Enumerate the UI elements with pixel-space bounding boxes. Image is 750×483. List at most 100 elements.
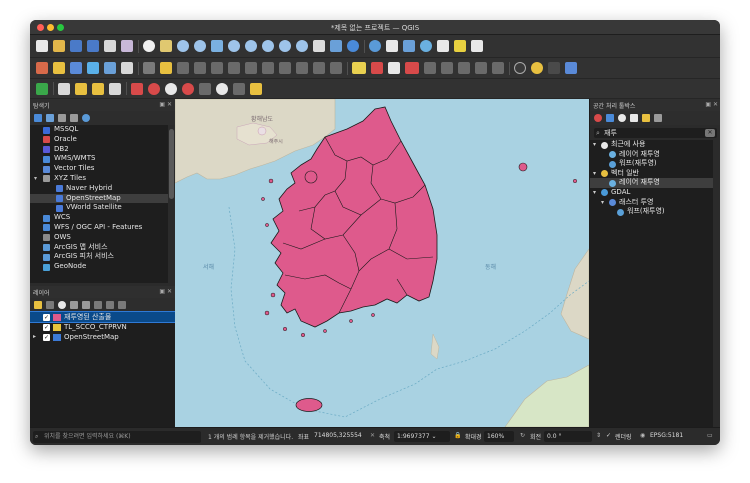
modify-attributes-icon[interactable] [228, 62, 240, 74]
processing-scrollbar[interactable] [713, 140, 720, 427]
toggle-editing-pencil-icon[interactable] [160, 62, 172, 74]
layer-item[interactable]: ✓ 재투영된 산출물 [30, 311, 176, 323]
move-label-icon[interactable] [424, 62, 436, 74]
temporal-controller-icon[interactable] [330, 40, 342, 52]
layer-item[interactable]: ✓ TL_SCCO_CTPRVN [30, 322, 175, 332]
browser-item[interactable]: ArcGIS 피처 서비스 [30, 252, 168, 262]
attribute-table-icon[interactable] [386, 40, 398, 52]
edit-features-in-place-icon[interactable] [642, 114, 650, 122]
style-manager-icon[interactable] [34, 301, 42, 309]
models-icon[interactable] [594, 114, 602, 122]
save-edits-icon[interactable] [177, 62, 189, 74]
select-by-value-icon[interactable] [75, 82, 87, 95]
browser-scrollbar[interactable] [168, 125, 175, 283]
add-selected-icon[interactable] [34, 114, 42, 122]
toolbox-item[interactable]: 레이어 재투영 [590, 150, 720, 160]
collapse-all-layers-icon[interactable] [106, 301, 114, 309]
panel-float-close-icon[interactable]: ▣ ✕ [159, 101, 172, 108]
help-icon[interactable] [565, 62, 577, 74]
crs-globe-icon[interactable]: ◉ [640, 432, 645, 439]
collapse-all-icon[interactable] [70, 114, 78, 122]
digitize-icon[interactable] [36, 82, 48, 95]
vertex-tool-icon[interactable] [211, 62, 223, 74]
select-by-expression-icon[interactable] [109, 82, 121, 95]
refresh-browser-icon[interactable] [46, 114, 54, 122]
browser-item[interactable]: WFS / OGC API - Features [30, 223, 168, 233]
magnifier-spinbox[interactable]: 160% [484, 431, 514, 442]
expand-chevron-icon[interactable]: ▸ [33, 332, 36, 342]
data-source-manager-icon[interactable] [36, 62, 48, 74]
extents-toggle-icon[interactable]: ✕ [370, 432, 375, 439]
label-highlight-icon[interactable] [405, 62, 419, 74]
redo-icon[interactable] [330, 62, 342, 74]
pan-to-selection-icon[interactable] [160, 40, 172, 52]
label-tool-icon[interactable] [352, 62, 366, 74]
add-mesh-layer-icon[interactable] [104, 62, 116, 74]
add-delimited-text-icon[interactable] [121, 62, 133, 74]
settings-gear-icon[interactable] [420, 40, 432, 52]
processing-search-input[interactable]: ⌕ 재투 ✕ [594, 128, 717, 138]
rotation-stepper-icon[interactable]: ⇕ [596, 432, 601, 439]
browser-item[interactable]: MSSQL [30, 125, 168, 135]
lock-scale-icon[interactable]: 🔒 [454, 432, 461, 439]
properties-icon[interactable] [82, 114, 90, 122]
add-annotation-icon[interactable] [131, 82, 143, 95]
zoom-native-icon[interactable] [262, 40, 274, 52]
map-tips-icon[interactable] [454, 40, 466, 52]
add-group-icon[interactable] [46, 301, 54, 309]
gps-icon[interactable] [514, 62, 526, 74]
map-canvas[interactable]: 황해남도 해주시 서해 동해 [175, 99, 589, 427]
save-as-icon[interactable] [87, 40, 99, 52]
zoom-to-point-icon[interactable] [148, 82, 160, 95]
new-layer-icon[interactable] [53, 62, 65, 74]
browser-item[interactable]: WMS/WMTS [30, 154, 168, 164]
expand-chevron-icon[interactable]: ▾ [593, 188, 596, 198]
rotation-spinbox[interactable]: 0.0 ° [544, 431, 592, 442]
layer-visibility-checkbox[interactable]: ✓ [43, 324, 50, 331]
deselect-icon[interactable] [92, 82, 104, 95]
open-project-icon[interactable] [53, 40, 65, 52]
identify-icon[interactable] [369, 40, 381, 52]
browser-item[interactable]: OpenStreetMap [30, 193, 168, 204]
browser-item[interactable]: VWorld Satellite [30, 203, 168, 213]
rectangle-tool-icon[interactable] [199, 82, 211, 95]
rotate-label-icon[interactable] [441, 62, 453, 74]
label-properties-icon[interactable] [475, 62, 487, 74]
filter-legend-icon[interactable] [70, 301, 78, 309]
wrench-icon[interactable] [250, 82, 262, 95]
new-print-layout-icon[interactable] [104, 40, 116, 52]
layer-visibility-checkbox[interactable]: ✓ [43, 314, 50, 321]
browser-item[interactable]: ArcGIS 맵 서비스 [30, 243, 168, 253]
show-labels-icon[interactable] [388, 62, 400, 74]
browser-item[interactable]: GeoNode [30, 262, 168, 272]
scripts-icon[interactable] [606, 114, 614, 122]
diagram-icon[interactable] [492, 62, 504, 74]
coordinate-value[interactable]: 714805,325554 [314, 432, 362, 439]
layer-visibility-checkbox[interactable]: ✓ [43, 334, 50, 341]
filter-browser-icon[interactable] [58, 114, 66, 122]
zoom-out-icon[interactable] [194, 40, 206, 52]
toolbox-item[interactable]: ▾ 벡터 일반 [590, 169, 720, 179]
browser-item[interactable]: DB2 [30, 145, 168, 155]
change-label-icon[interactable] [458, 62, 470, 74]
options-wrench-icon[interactable] [654, 114, 662, 122]
render-checkbox[interactable]: ✓ [606, 432, 611, 439]
browser-item[interactable]: OWS [30, 233, 168, 243]
zoom-next-icon[interactable] [296, 40, 308, 52]
pin-labels-icon[interactable] [371, 62, 383, 74]
zoom-layer-icon[interactable] [245, 40, 257, 52]
add-vector-layer-icon[interactable] [70, 62, 82, 74]
new-map-view-icon[interactable] [313, 40, 325, 52]
browser-scroll-thumb[interactable] [169, 129, 174, 199]
expand-chevron-icon[interactable]: ▾ [593, 140, 596, 150]
statistics-icon[interactable] [403, 40, 415, 52]
results-viewer-icon[interactable] [630, 114, 638, 122]
pan-hand-icon[interactable] [143, 40, 155, 52]
globe-tool-icon[interactable] [216, 82, 228, 95]
toolbox-item[interactable]: ▾ GDAL [590, 188, 720, 198]
map-svg[interactable]: 황해남도 해주시 서해 동해 [175, 99, 589, 427]
history-icon[interactable] [618, 114, 626, 122]
toolbox-item[interactable]: 레이어 재투영 [590, 178, 720, 188]
layer-item[interactable]: ▸ ✓ OpenStreetMap [30, 332, 175, 342]
panel-float-close-icon[interactable]: ▣ ✕ [705, 101, 718, 108]
